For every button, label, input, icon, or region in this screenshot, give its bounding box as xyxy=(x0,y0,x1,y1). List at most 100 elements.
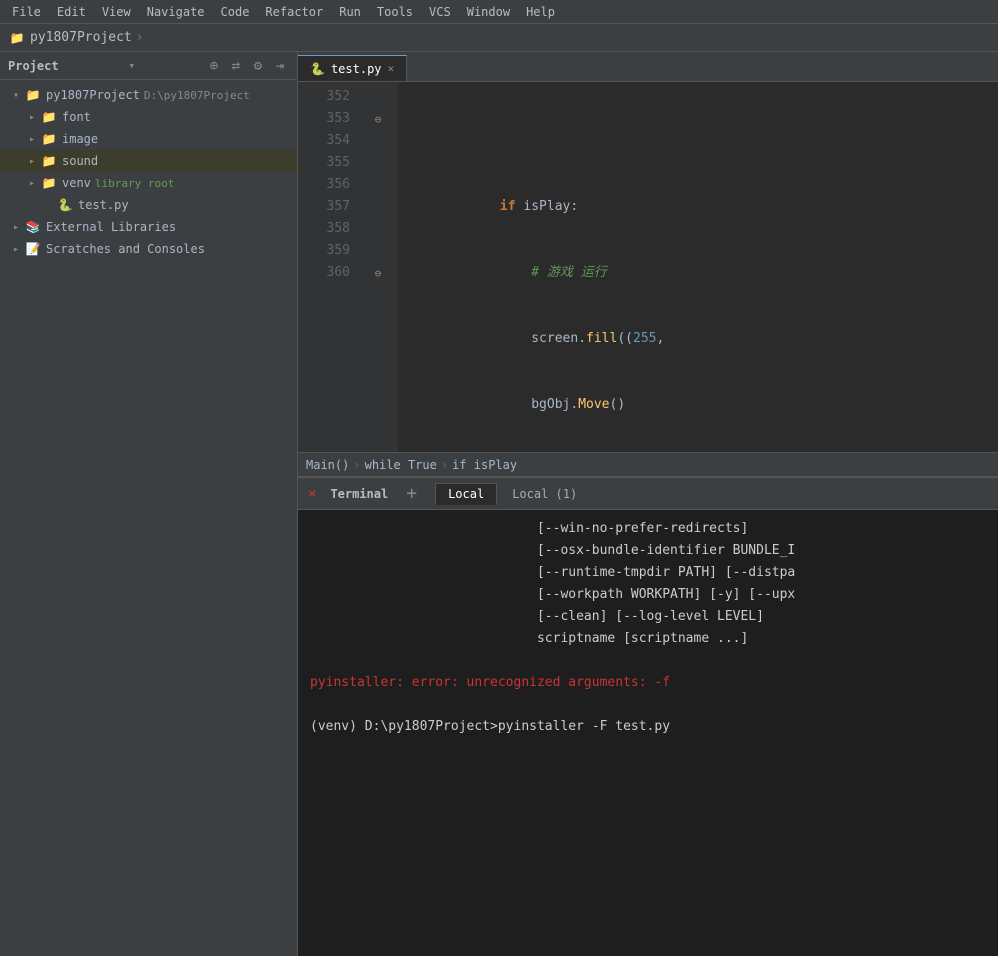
terminal-label: Terminal xyxy=(330,487,388,501)
terminal-tab-local1[interactable]: Local (1) xyxy=(499,483,590,505)
terminal-line-7 xyxy=(310,650,986,672)
line-num-360: 360 xyxy=(298,262,350,284)
folder-icon-sound: 📁 xyxy=(40,154,58,168)
line-num-354: 354 xyxy=(298,130,350,152)
breadcrumb-whiletrue[interactable]: while True xyxy=(365,458,437,472)
terminal-line-4: [--workpath WORKPATH] [-y] [--upx xyxy=(310,584,986,606)
fold-cell-357 xyxy=(358,196,398,218)
breadcrumb-bar: Main() › while True › if isPlay xyxy=(298,452,998,476)
tree-path-root: D:\py1807Project xyxy=(144,89,250,102)
main-layout: Project ▾ ⊕ ⇄ ⚙ ⇥ ▾ 📁 py1807Project D:\p… xyxy=(0,52,998,956)
sidebar: Project ▾ ⊕ ⇄ ⚙ ⇥ ▾ 📁 py1807Project D:\p… xyxy=(0,52,298,956)
terminal-line-cmd: (venv) D:\py1807Project>pyinstaller -F t… xyxy=(310,716,986,738)
tree-label-external: External Libraries xyxy=(46,220,176,234)
code-lines[interactable]: if isPlay: # 游戏 运行 screen.fill((255, bgO… xyxy=(398,82,998,452)
sidebar-sync-icon[interactable]: ⊕ xyxy=(205,58,223,74)
tree-item-venv[interactable]: ▸ 📁 venv library root xyxy=(0,172,297,194)
tree-label-font: font xyxy=(62,110,91,124)
tree-label-testpy: test.py xyxy=(78,198,129,212)
tree-item-scratches[interactable]: ▸ 📝 Scratches and Consoles xyxy=(0,238,297,260)
tree-arrow-root: ▾ xyxy=(8,90,24,101)
menu-run[interactable]: Run xyxy=(331,3,369,21)
scratches-icon: 📝 xyxy=(24,242,42,256)
breadcrumb-sep-2: › xyxy=(441,458,448,472)
code-editor[interactable]: 352 353 354 355 356 357 358 359 360 ⊖ xyxy=(298,82,998,452)
sidebar-expand-icon[interactable]: ⇥ xyxy=(271,58,289,74)
menu-refactor[interactable]: Refactor xyxy=(257,3,331,21)
py-icon-testpy: 🐍 xyxy=(56,198,74,212)
terminal-header: × Terminal + Local Local (1) xyxy=(298,478,998,510)
tree-label-image: image xyxy=(62,132,98,146)
fold-cell-353[interactable]: ⊖ xyxy=(358,108,398,130)
breadcrumb-sep-1: › xyxy=(353,458,360,472)
terminal-line-9 xyxy=(310,694,986,716)
line-num-359: 359 xyxy=(298,240,350,262)
tab-testpy[interactable]: 🐍 test.py × xyxy=(298,55,407,81)
external-icon: 📚 xyxy=(24,220,42,234)
tree-item-external[interactable]: ▸ 📚 External Libraries xyxy=(0,216,297,238)
fold-markers: ⊖ ⊖ xyxy=(358,82,398,452)
sidebar-settings-icon[interactable]: ⚙ xyxy=(249,58,267,74)
menu-file[interactable]: File xyxy=(4,3,49,21)
fold-cell-359 xyxy=(358,240,398,262)
terminal-close-button[interactable]: × xyxy=(302,484,322,504)
breadcrumb-ifisplay[interactable]: if isPlay xyxy=(452,458,517,472)
sidebar-title: Project xyxy=(8,59,59,73)
fold-cell-355 xyxy=(358,152,398,174)
menu-view[interactable]: View xyxy=(94,3,139,21)
terminal-line-error: pyinstaller: error: unrecognized argumen… xyxy=(310,672,986,694)
sidebar-header: Project ▾ ⊕ ⇄ ⚙ ⇥ xyxy=(0,52,297,80)
tab-bar: 🐍 test.py × xyxy=(298,52,998,82)
menu-tools[interactable]: Tools xyxy=(369,3,421,21)
right-panel: 🐍 test.py × 352 353 354 355 356 357 358 … xyxy=(298,52,998,956)
tree-item-image[interactable]: ▸ 📁 image xyxy=(0,128,297,150)
tree-item-font[interactable]: ▸ 📁 font xyxy=(0,106,297,128)
tree-arrow-external: ▸ xyxy=(8,222,24,233)
fold-cell-358 xyxy=(358,218,398,240)
fold-cell-360[interactable]: ⊖ xyxy=(358,262,398,284)
tree-item-testpy[interactable]: ▸ 🐍 test.py xyxy=(0,194,297,216)
tree-label-venv: venv xyxy=(62,176,91,190)
code-line-355: screen.fill((255, xyxy=(406,328,990,350)
folder-icon-root: 📁 xyxy=(24,88,42,102)
keyword-if: if xyxy=(500,196,516,218)
folder-icon-image: 📁 xyxy=(40,132,58,146)
menu-window[interactable]: Window xyxy=(459,3,518,21)
code-line-356: bgObj.Move() xyxy=(406,394,990,416)
folder-icon-font: 📁 xyxy=(40,110,58,124)
breadcrumb-main[interactable]: Main() xyxy=(306,458,349,472)
tree-item-sound[interactable]: ▸ 📁 sound xyxy=(0,150,297,172)
menu-help[interactable]: Help xyxy=(518,3,563,21)
line-num-352: 352 xyxy=(298,86,350,108)
menu-navigate[interactable]: Navigate xyxy=(139,3,213,21)
tab-file-icon: 🐍 xyxy=(310,62,325,76)
title-bar: 📁 py1807Project › xyxy=(0,24,998,52)
menu-edit[interactable]: Edit xyxy=(49,3,94,21)
menu-vcs[interactable]: VCS xyxy=(421,3,459,21)
terminal-line-6: scriptname [scriptname ...] xyxy=(310,628,986,650)
line-num-353: 353 xyxy=(298,108,350,130)
fold-cell-354 xyxy=(358,130,398,152)
tree-label-root: py1807Project xyxy=(46,88,140,102)
project-title: py1807Project xyxy=(30,30,132,45)
terminal-body[interactable]: [--win-no-prefer-redirects] [--osx-bundl… xyxy=(298,510,998,956)
tree-arrow-scratches: ▸ xyxy=(8,244,24,255)
tree-arrow-font: ▸ xyxy=(24,112,40,123)
sidebar-sort-icon[interactable]: ⇄ xyxy=(227,58,245,74)
menu-code[interactable]: Code xyxy=(213,3,258,21)
tab-close-button[interactable]: × xyxy=(388,62,395,75)
line-num-357: 357 xyxy=(298,196,350,218)
code-line-353: if isPlay: xyxy=(406,196,990,218)
terminal-line-3: [--runtime-tmpdir PATH] [--distpa xyxy=(310,562,986,584)
title-arrow: › xyxy=(136,30,144,45)
line-num-356: 356 xyxy=(298,174,350,196)
terminal-tab-local[interactable]: Local xyxy=(435,483,497,505)
tree-item-root[interactable]: ▾ 📁 py1807Project D:\py1807Project xyxy=(0,84,297,106)
sidebar-dropdown[interactable]: ▾ xyxy=(128,59,135,72)
code-line-354: # 游戏 运行 xyxy=(406,262,990,284)
comment-354: # 游戏 运行 xyxy=(531,262,606,284)
terminal-line-2: [--osx-bundle-identifier BUNDLE_I xyxy=(310,540,986,562)
fold-cell-352 xyxy=(358,86,398,108)
terminal-add-button[interactable]: + xyxy=(400,483,423,504)
bottom-panel: × Terminal + Local Local (1) [--win-no-p… xyxy=(298,476,998,956)
